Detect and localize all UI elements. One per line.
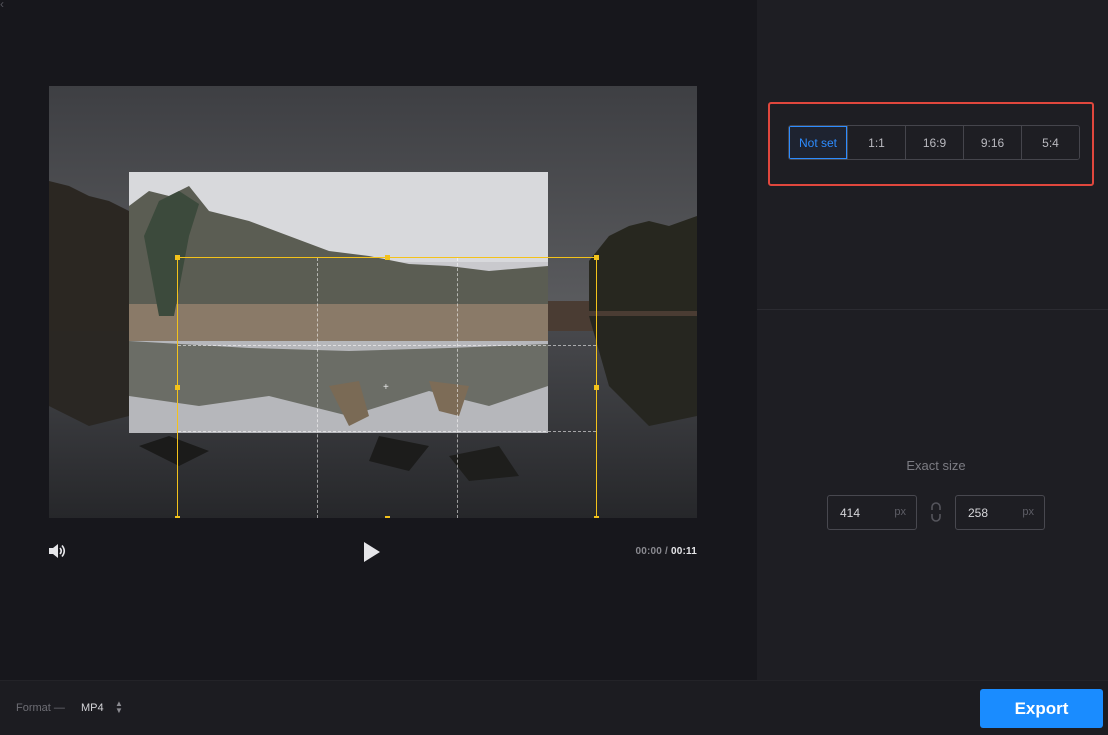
aspect-not-set-button[interactable]: Not set bbox=[789, 126, 847, 159]
exact-size-label: Exact size bbox=[906, 458, 966, 473]
aspect-5-4-button[interactable]: 5:4 bbox=[1021, 126, 1079, 159]
crop-grid-line bbox=[456, 258, 458, 518]
format-sort-icon[interactable]: ▲ ▼ bbox=[115, 700, 123, 715]
aspect-1-1-button[interactable]: 1:1 bbox=[847, 126, 905, 159]
bottom-toolbar bbox=[0, 680, 1108, 735]
format-label: Format — bbox=[16, 702, 65, 714]
width-field[interactable]: 414 px bbox=[827, 495, 917, 530]
width-unit: px bbox=[894, 506, 906, 518]
crop-handle-right[interactable] bbox=[594, 385, 599, 390]
crop-grid-line bbox=[317, 258, 319, 518]
width-value: 414 bbox=[840, 506, 861, 520]
aspect-9-16-button[interactable]: 9:16 bbox=[963, 126, 1021, 159]
crop-handle-bottom[interactable] bbox=[385, 516, 390, 518]
height-field[interactable]: 258 px bbox=[955, 495, 1045, 530]
format-select[interactable]: MP4 bbox=[81, 702, 104, 714]
height-value: 258 bbox=[968, 506, 989, 520]
crop-handle-left[interactable] bbox=[175, 385, 180, 390]
export-button[interactable]: Export bbox=[980, 689, 1103, 728]
crop-handle-bottom-right[interactable] bbox=[594, 516, 599, 518]
play-icon[interactable] bbox=[362, 541, 382, 563]
aspect-16-9-button[interactable]: 16:9 bbox=[905, 126, 963, 159]
crop-grid-line bbox=[178, 431, 596, 433]
back-arrow-icon[interactable]: ‹ bbox=[0, 0, 16, 10]
height-unit: px bbox=[1022, 506, 1034, 518]
playback-time: 00:00 / 00:11 bbox=[596, 546, 697, 557]
speaker-icon[interactable] bbox=[47, 541, 67, 561]
time-separator: / bbox=[665, 546, 668, 557]
crop-handle-top-left[interactable] bbox=[175, 255, 180, 260]
crop-selection[interactable]: + bbox=[175, 255, 599, 518]
crop-grid-line bbox=[178, 344, 596, 346]
crop-handle-bottom-left[interactable] bbox=[175, 516, 180, 518]
aspect-ratio-selector: Not set 1:1 16:9 9:16 5:4 bbox=[788, 125, 1080, 160]
video-preview: + bbox=[49, 86, 697, 518]
crop-center-icon: + bbox=[383, 382, 389, 393]
crop-handle-top[interactable] bbox=[385, 255, 390, 260]
current-time: 00:00 bbox=[635, 546, 663, 557]
crop-handle-top-right[interactable] bbox=[594, 255, 599, 260]
link-aspect-icon[interactable] bbox=[930, 502, 942, 522]
total-time: 00:11 bbox=[670, 546, 697, 557]
panel-divider bbox=[757, 309, 1108, 310]
